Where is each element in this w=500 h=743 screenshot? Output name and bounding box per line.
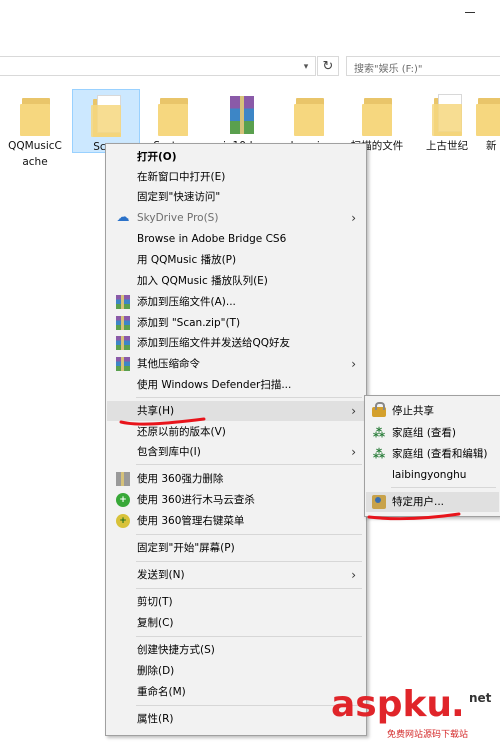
submenu-item-homegroup-view[interactable]: ⁂ 家庭组 (查看) (366, 423, 499, 443)
submenu-item-homegroup-edit[interactable]: ⁂ 家庭组 (查看和编辑) (366, 444, 499, 464)
zip-archive-icon (224, 92, 258, 138)
folder-icon (360, 92, 394, 138)
menu-item-qqmusic-play[interactable]: 用 QQMusic 播放(P) (107, 250, 365, 270)
submenu-item-stop-sharing[interactable]: 停止共享 (366, 401, 499, 421)
winrar-icon (116, 336, 130, 350)
menu-separator (136, 464, 362, 465)
chevron-right-icon: › (351, 568, 356, 582)
menu-item-adobe-bridge[interactable]: Browse in Adobe Bridge CS6 (107, 229, 365, 249)
menu-item-pin-start[interactable]: 固定到"开始"屏幕(P) (107, 538, 365, 558)
menu-item-properties[interactable]: 属性(R) (107, 709, 365, 729)
file-item[interactable]: 新 (474, 92, 500, 154)
minimize-icon (465, 11, 475, 13)
minimize-button[interactable] (442, 0, 498, 24)
chevron-right-icon: › (351, 445, 356, 459)
menu-item-defender-scan[interactable]: 使用 Windows Defender扫描... (107, 375, 365, 395)
menu-item-360-trojan-scan[interactable]: + 使用 360进行木马云查杀 (107, 490, 365, 510)
toolbar: ▾ ↻ 搜索"娱乐 (F:)" (0, 52, 500, 80)
folder-icon (18, 92, 52, 138)
folder-icon (474, 92, 500, 138)
chevron-right-icon: › (351, 357, 356, 371)
homegroup-icon: ⁂ (372, 447, 386, 461)
watermark-logo: aspku . net 免费网站源码下载站 (331, 685, 500, 743)
menu-item-rename[interactable]: 重命名(M) (107, 682, 365, 702)
menu-separator (391, 487, 496, 488)
menu-item-copy[interactable]: 复制(C) (107, 613, 365, 633)
file-name: 新 (486, 140, 497, 152)
folder-icon (430, 92, 464, 138)
menu-item-360-manage-menu[interactable]: + 使用 360管理右键菜单 (107, 511, 365, 531)
watermark-tld: net (469, 691, 492, 705)
menu-item-other-compress[interactable]: 其他压缩命令 › (107, 354, 365, 374)
chevron-right-icon: › (351, 211, 356, 225)
folder-icon (292, 92, 326, 138)
homegroup-icon: ⁂ (372, 426, 386, 440)
shredder-icon (116, 472, 130, 486)
winrar-icon (116, 357, 130, 371)
menu-separator (136, 534, 362, 535)
refresh-button[interactable]: ↻ (317, 56, 339, 76)
360-icon: + (116, 493, 130, 507)
annotation-underline (119, 417, 206, 426)
lock-icon (372, 402, 386, 417)
menu-separator (136, 636, 362, 637)
menu-item-skydrive[interactable]: ☁ SkyDrive Pro(S) › (107, 208, 365, 228)
menu-item-360-shred[interactable]: 使用 360强力删除 (107, 469, 365, 489)
file-name: QQMusicC ache (8, 140, 62, 168)
search-input[interactable]: 搜索"娱乐 (F:)" (346, 56, 500, 76)
menu-item-include-library[interactable]: 包含到库中(I) › (107, 442, 365, 462)
menu-item-cut[interactable]: 剪切(T) (107, 592, 365, 612)
folder-icon (89, 93, 123, 139)
menu-item-open-new-window[interactable]: 在新窗口中打开(E) (107, 167, 365, 187)
menu-item-create-shortcut[interactable]: 创建快捷方式(S) (107, 640, 365, 660)
chevron-right-icon: › (351, 404, 356, 418)
file-item[interactable]: 上古世纪 (414, 92, 480, 154)
file-item[interactable]: QQMusicC ache (2, 92, 68, 170)
address-bar[interactable]: ▾ (0, 56, 316, 76)
menu-item-open[interactable]: 打开(O) (107, 147, 365, 167)
menu-item-pin-quick-access[interactable]: 固定到"快速访问" (107, 187, 365, 207)
skydrive-icon: ☁ (116, 210, 130, 225)
folder-icon (156, 92, 190, 138)
submenu-item-user[interactable]: laibingyonghu (366, 465, 499, 485)
menu-item-add-archive[interactable]: 添加到压缩文件(A)... (107, 292, 365, 312)
menu-separator (136, 561, 362, 562)
360-icon: + (116, 514, 130, 528)
menu-item-add-scan-zip[interactable]: 添加到 "Scan.zip"(T) (107, 313, 365, 333)
context-menu: 打开(O) 在新窗口中打开(E) 固定到"快速访问" ☁ SkyDrive Pr… (105, 143, 367, 736)
menu-separator (136, 397, 362, 398)
menu-separator (136, 588, 362, 589)
users-icon (372, 495, 386, 509)
watermark-subtitle: 免费网站源码下载站 (387, 730, 469, 740)
menu-item-send-to[interactable]: 发送到(N) › (107, 565, 365, 585)
watermark-brand: aspku (331, 684, 453, 725)
share-submenu: 停止共享 ⁂ 家庭组 (查看) ⁂ 家庭组 (查看和编辑) laibingyon… (364, 395, 500, 517)
file-name: 上古世纪 (426, 140, 468, 152)
chevron-down-icon[interactable]: ▾ (299, 60, 313, 74)
annotation-underline (367, 512, 461, 521)
refresh-icon: ↻ (322, 58, 334, 74)
winrar-icon (116, 316, 130, 330)
winrar-icon (116, 295, 130, 309)
menu-item-qqmusic-queue[interactable]: 加入 QQMusic 播放队列(E) (107, 271, 365, 291)
menu-separator (136, 705, 362, 706)
menu-item-delete[interactable]: 删除(D) (107, 661, 365, 681)
menu-item-archive-send-qq[interactable]: 添加到压缩文件并发送给QQ好友 (107, 333, 365, 353)
watermark-dot: . (451, 684, 465, 725)
